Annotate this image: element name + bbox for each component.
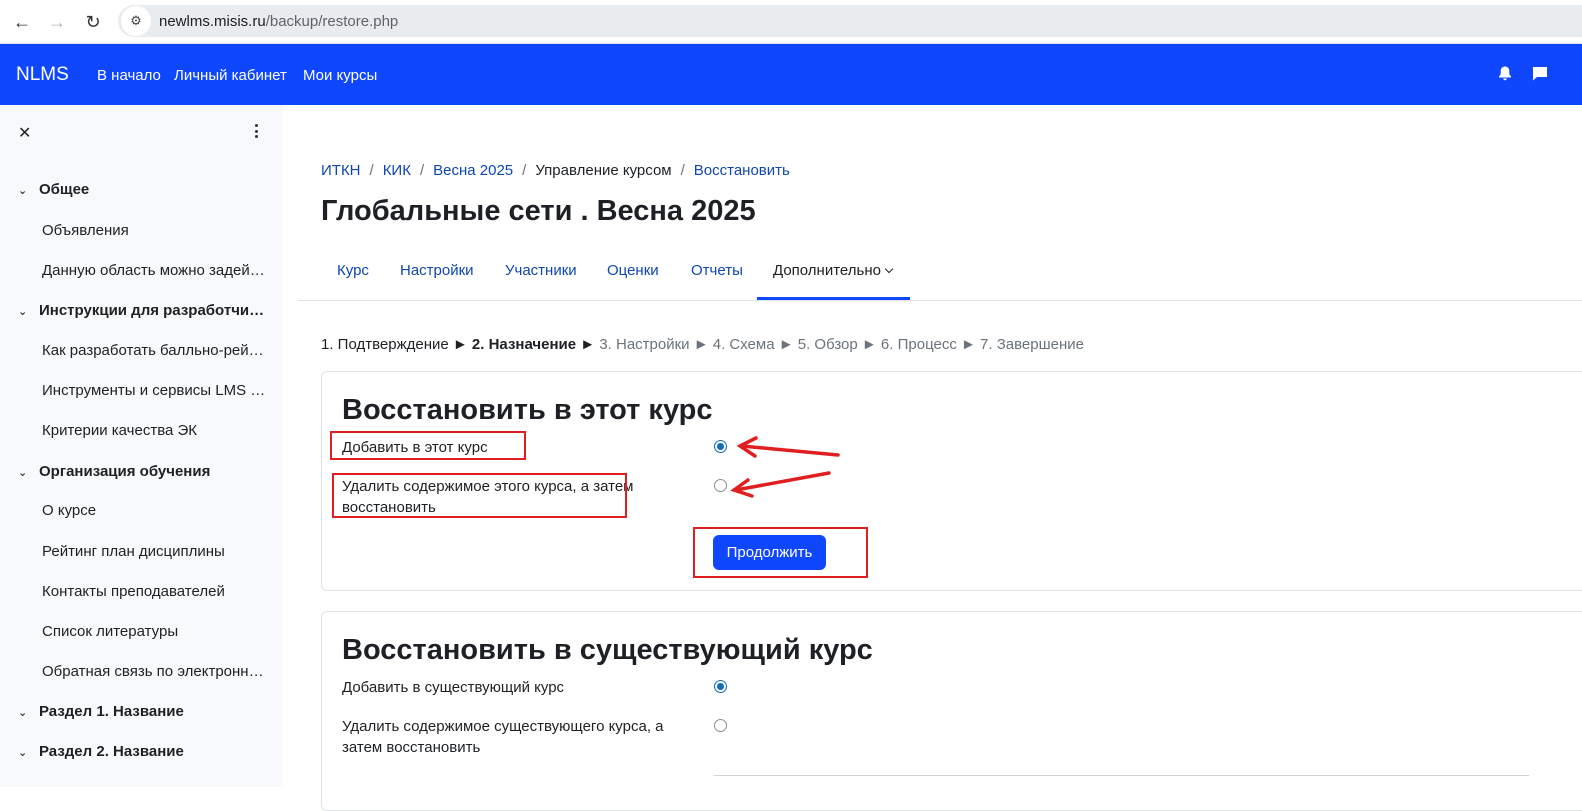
- step-confirm: 1. Подтверждение ►: [321, 336, 468, 353]
- breadcrumb: ИТКН / КИК / Весна 2025/ Управление курсом…: [321, 162, 790, 179]
- more-options-icon[interactable]: [250, 121, 262, 141]
- annotation-box: [330, 431, 526, 460]
- add-to-this-course-radio[interactable]: [714, 440, 727, 453]
- sidebar-item-lms-tools[interactable]: Инструменты и сервисы LMS Canvas: [0, 382, 283, 404]
- brand-logo[interactable]: NLMS: [16, 64, 69, 86]
- sidebar-section-1[interactable]: ⌄ Раздел 1. Название: [0, 703, 283, 725]
- active-tab-indicator: [757, 297, 910, 300]
- bell-icon[interactable]: [1496, 64, 1514, 82]
- sidebar-item-label[interactable]: Как разработать балльно-рейтинговую сист…: [42, 342, 268, 359]
- add-to-existing-course-radio[interactable]: [714, 680, 727, 693]
- tab-participants[interactable]: Участники: [505, 262, 577, 279]
- nav-link-my-courses[interactable]: Мои курсы: [303, 67, 377, 84]
- breadcrumb-item[interactable]: Весна 2025: [433, 162, 513, 179]
- card-heading: Восстановить в существующий курс: [342, 634, 873, 666]
- restore-existing-course-card: Восстановить в существующий курс Добавит…: [321, 611, 1582, 811]
- reload-icon[interactable]: ↻: [81, 10, 105, 34]
- nav-link-home[interactable]: В начало: [97, 67, 161, 84]
- restore-progress-steps: 1. Подтверждение ► 2. Назначение ► 3. На…: [321, 336, 1084, 353]
- sidebar-item-quality-criteria[interactable]: Критерии качества ЭК: [0, 422, 283, 444]
- sidebar-item-label[interactable]: Обратная связь по электронному курсу: [42, 663, 268, 680]
- back-arrow-icon[interactable]: ←: [10, 10, 34, 34]
- course-search-field[interactable]: [714, 775, 1529, 776]
- tab-grades[interactable]: Оценки: [607, 262, 659, 279]
- breadcrumb-item[interactable]: ИТКН: [321, 162, 361, 179]
- sidebar-item-label[interactable]: Инструменты и сервисы LMS Canvas: [42, 382, 268, 399]
- breadcrumb-item-current[interactable]: Восстановить: [694, 162, 790, 179]
- sidebar-item-rating-plan[interactable]: Рейтинг план дисциплины: [0, 543, 283, 565]
- chevron-down-icon[interactable]: ⌄: [18, 706, 27, 719]
- annotation-box: [332, 473, 627, 518]
- secondary-navigation: Курс Настройки Участники Оценки Отчеты Д…: [298, 250, 1582, 301]
- tab-settings[interactable]: Настройки: [400, 262, 474, 279]
- sidebar-section-label[interactable]: Общее: [39, 181, 265, 198]
- step-arrow: ►: [580, 336, 596, 353]
- nav-link-dashboard[interactable]: Личный кабинет: [174, 67, 287, 84]
- sidebar-section-instructions[interactable]: ⌄ Инструкции для разработчиков: [0, 302, 283, 324]
- chevron-down-icon[interactable]: ⌄: [18, 746, 27, 759]
- sidebar-item-label[interactable]: Данную область можно задействовать: [42, 262, 268, 279]
- sidebar-item-rating-system[interactable]: Как разработать балльно-рейтинговую сист…: [0, 342, 283, 364]
- card-heading: Восстановить в этот курс: [342, 394, 713, 426]
- tune-icon[interactable]: ⚙: [121, 6, 151, 36]
- address-bar[interactable]: ⚙ newlms.misis.ru/backup/restore.php: [118, 5, 1582, 37]
- sidebar-item-announcements[interactable]: Объявления: [0, 222, 283, 244]
- page-title: Глобальные сети . Весна 2025: [321, 195, 756, 227]
- delete-and-restore-radio[interactable]: [714, 479, 727, 492]
- sidebar-section-label[interactable]: Инструкции для разработчиков: [39, 302, 265, 319]
- chevron-down-icon[interactable]: ⌄: [18, 305, 27, 318]
- breadcrumb-item[interactable]: КИК: [383, 162, 411, 179]
- step-remaining: 3. Настройки ► 4. Схема ► 5. Обзор ► 6. …: [599, 336, 1084, 353]
- chevron-down-icon: [884, 264, 894, 274]
- sidebar-section-label[interactable]: Раздел 1. Название: [39, 703, 265, 720]
- top-navbar: NLMS В начало Личный кабинет Мои курсы: [0, 44, 1582, 105]
- browser-toolbar: ← → ↻ ⚙ newlms.misis.ru/backup/restore.p…: [0, 0, 1582, 44]
- tab-reports[interactable]: Отчеты: [691, 262, 743, 279]
- chevron-down-icon[interactable]: ⌄: [18, 466, 27, 479]
- sidebar-section-general[interactable]: ⌄ Общее: [0, 181, 283, 203]
- sidebar-section-label[interactable]: Организация обучения: [39, 463, 265, 480]
- course-index-drawer: ✕ ⌄ Общее Объявления Данную область можн…: [0, 105, 283, 787]
- delete-existing-and-restore-radio[interactable]: [714, 719, 727, 732]
- sidebar-section-2[interactable]: ⌄ Раздел 2. Название: [0, 743, 283, 765]
- sidebar-item-label[interactable]: Критерии качества ЭК: [42, 422, 268, 439]
- sidebar-item-area[interactable]: Данную область можно задействовать: [0, 262, 283, 284]
- sidebar-item-label[interactable]: Список литературы: [42, 623, 268, 640]
- step-destination: 2. Назначение: [471, 336, 577, 353]
- sidebar-item-about[interactable]: О курсе: [0, 502, 283, 524]
- add-to-existing-course-label: Добавить в существующий курс: [342, 679, 565, 696]
- url-text[interactable]: newlms.misis.ru/backup/restore.php: [159, 13, 398, 30]
- sidebar-section-label[interactable]: Раздел 2. Название: [39, 743, 265, 760]
- forward-arrow-icon[interactable]: →: [45, 10, 69, 34]
- sidebar-item-label[interactable]: О курсе: [42, 502, 268, 519]
- sidebar-item-contacts[interactable]: Контакты преподавателей: [0, 583, 283, 605]
- annotation-box: [693, 527, 868, 578]
- chevron-down-icon[interactable]: ⌄: [18, 184, 27, 197]
- sidebar-item-literature[interactable]: Список литературы: [0, 623, 283, 645]
- sidebar-item-label[interactable]: Контакты преподавателей: [42, 583, 268, 600]
- tab-course[interactable]: Курс: [337, 262, 369, 279]
- close-icon[interactable]: ✕: [18, 123, 31, 143]
- sidebar-item-feedback[interactable]: Обратная связь по электронному курсу: [0, 663, 283, 685]
- sidebar-section-organization[interactable]: ⌄ Организация обучения: [0, 463, 283, 485]
- tab-more-label: Дополнительно: [773, 262, 881, 279]
- tab-more[interactable]: Дополнительно: [773, 262, 894, 279]
- chat-icon[interactable]: [1531, 64, 1549, 82]
- breadcrumb-item: Управление курсом: [535, 162, 672, 179]
- sidebar-item-label[interactable]: Рейтинг план дисциплины: [42, 543, 268, 560]
- sidebar-item-label[interactable]: Объявления: [42, 222, 268, 239]
- delete-existing-and-restore-label: Удалить содержимое существующего курса, …: [342, 718, 664, 756]
